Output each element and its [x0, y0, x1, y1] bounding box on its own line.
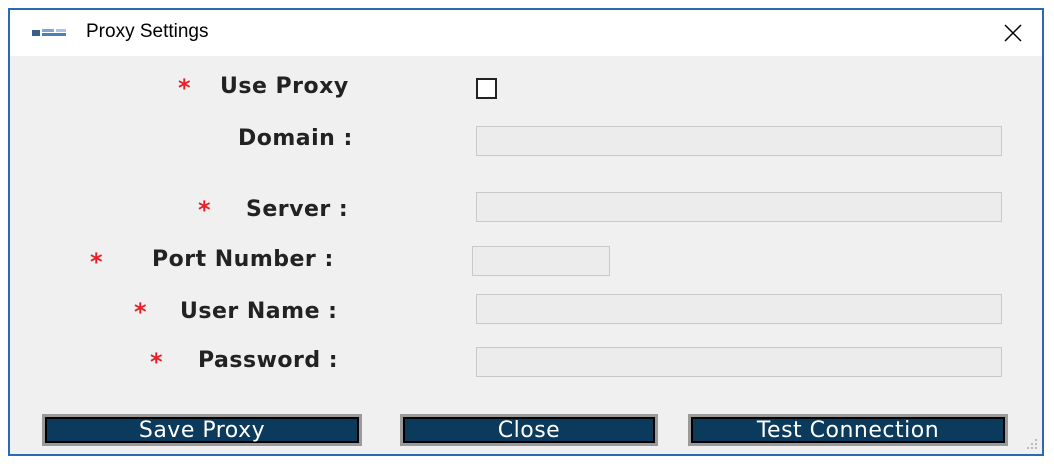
- resize-grip-icon[interactable]: [1026, 438, 1038, 450]
- use-proxy-checkbox[interactable]: [476, 78, 497, 99]
- password-field[interactable]: [476, 347, 1002, 377]
- user-name-label: User Name :: [180, 299, 338, 324]
- window-title: Proxy Settings: [86, 21, 209, 42]
- app-logo-icon: [32, 29, 66, 36]
- port-number-label: Port Number :: [152, 247, 334, 272]
- required-marker: *: [150, 348, 163, 376]
- use-proxy-label: Use Proxy: [220, 74, 349, 99]
- user-name-field[interactable]: [476, 294, 1002, 324]
- save-proxy-button[interactable]: Save Proxy: [42, 414, 362, 446]
- required-marker: *: [90, 248, 103, 276]
- proxy-settings-dialog: Proxy Settings * Use Proxy Domain : * Se…: [8, 8, 1044, 456]
- close-icon: [1004, 24, 1022, 42]
- close-button[interactable]: Close: [400, 414, 658, 446]
- test-connection-button[interactable]: Test Connection: [688, 414, 1008, 446]
- domain-label: Domain :: [238, 126, 353, 151]
- port-number-field[interactable]: [472, 246, 610, 276]
- server-field[interactable]: [476, 192, 1002, 222]
- required-marker: *: [134, 298, 147, 326]
- password-label: Password :: [198, 348, 339, 373]
- title-bar[interactable]: Proxy Settings: [10, 10, 1042, 56]
- close-window-button[interactable]: [996, 16, 1030, 50]
- domain-field[interactable]: [476, 126, 1002, 156]
- required-marker: *: [198, 196, 211, 224]
- required-marker: *: [178, 74, 191, 102]
- server-label: Server :: [246, 197, 349, 222]
